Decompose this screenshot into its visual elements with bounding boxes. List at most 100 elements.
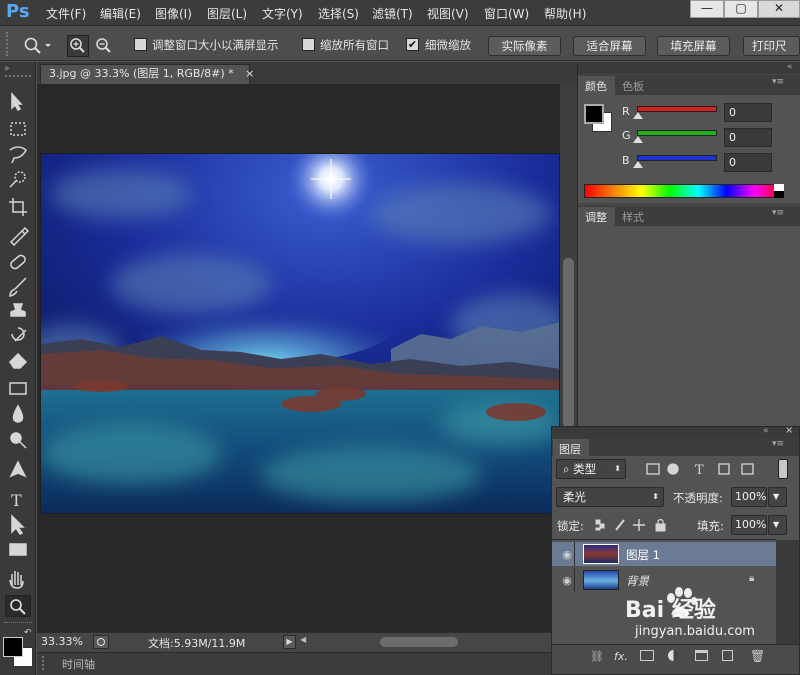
- ramp-white-swatch[interactable]: [774, 184, 784, 191]
- tab-color[interactable]: 颜色: [585, 78, 607, 94]
- channel-b-value[interactable]: 0: [724, 153, 772, 172]
- menu-layer[interactable]: 图层(L): [207, 5, 247, 22]
- background-visibility-icon[interactable]: ◉: [561, 574, 573, 587]
- channel-b-handle-icon[interactable]: [633, 161, 643, 168]
- zoom-out-icon[interactable]: [93, 35, 115, 57]
- channel-b-slider[interactable]: [637, 155, 717, 161]
- scrubby-zoom-label: 细微缩放: [425, 38, 471, 52]
- document-tab-close-icon[interactable]: ×: [245, 67, 254, 80]
- foreground-color-swatch[interactable]: [3, 637, 23, 657]
- zoom-tool-preset-icon[interactable]: [22, 35, 52, 55]
- channel-g-label: G: [622, 129, 631, 142]
- resize-windows-checkbox[interactable]: [134, 38, 147, 51]
- adjust-panel-menu-icon[interactable]: ▾≡: [772, 208, 784, 218]
- channel-r-value[interactable]: 0: [724, 103, 772, 122]
- close-button[interactable]: ✕: [758, 0, 800, 18]
- layer-row-1[interactable]: ◉ 图层 1: [552, 542, 776, 566]
- vertical-scrollbar-thumb[interactable]: [563, 258, 574, 428]
- menu-window[interactable]: 窗口(W): [484, 5, 529, 22]
- swap-colors-icon[interactable]: ↶: [24, 628, 32, 638]
- channel-r-slider[interactable]: [637, 106, 717, 112]
- blend-mode-select[interactable]: 柔光 ⬍: [556, 487, 664, 507]
- menu-filter[interactable]: 滤镜(T): [372, 5, 413, 22]
- tab-styles[interactable]: 样式: [622, 209, 644, 225]
- status-bar: [37, 632, 577, 652]
- image-canvas[interactable]: [40, 153, 560, 514]
- channel-r-handle-icon[interactable]: [633, 112, 643, 119]
- tab-swatches[interactable]: 色板: [622, 78, 644, 94]
- blend-mode-arrow-icon: ⬍: [652, 492, 659, 501]
- scrubby-zoom-checkbox[interactable]: ✔: [406, 38, 419, 51]
- channel-r-label: R: [622, 105, 630, 118]
- tab-layers[interactable]: 图层: [559, 441, 581, 457]
- layers-list-divider: [552, 539, 776, 540]
- layers-panel-menu-icon[interactable]: ▾≡: [772, 439, 784, 449]
- channel-g-handle-icon[interactable]: [633, 136, 643, 143]
- fill-dropdown-icon[interactable]: ▼: [768, 515, 787, 535]
- zoom-level[interactable]: 33.33%: [41, 635, 83, 648]
- menu-select[interactable]: 选择(S): [318, 5, 359, 22]
- background-lock-icon: 🔒︎: [749, 573, 755, 584]
- layer-1-name[interactable]: 图层 1: [626, 547, 660, 563]
- layer-1-divider: [574, 542, 575, 566]
- status-info-icon[interactable]: [93, 635, 109, 649]
- fit-screen-button[interactable]: 适合屏幕: [573, 36, 646, 56]
- channel-g-value[interactable]: 0: [724, 128, 772, 147]
- minimize-button[interactable]: —: [690, 0, 724, 18]
- menu-type[interactable]: 文字(Y): [262, 5, 303, 22]
- scroll-left-icon[interactable]: ◀: [300, 635, 306, 644]
- opacity-dropdown-icon[interactable]: ▼: [768, 487, 787, 507]
- fill-screen-button[interactable]: 填充屏幕: [657, 36, 730, 56]
- color-panel-foreground-swatch[interactable]: [584, 104, 604, 124]
- blend-mode-value: 柔光: [563, 490, 586, 504]
- baidu-watermark: Bai 经验 jingyan.baidu.com: [625, 586, 785, 656]
- canvas-artwork: [41, 154, 559, 513]
- layers-collapse-icon[interactable]: «: [763, 426, 769, 436]
- menu-view[interactable]: 视图(V): [427, 5, 469, 22]
- layers-panel-header: [552, 427, 799, 438]
- menu-help[interactable]: 帮助(H): [544, 5, 586, 22]
- background-divider: [574, 568, 575, 592]
- zoom-tool-button[interactable]: [5, 595, 31, 617]
- color-spectrum-ramp[interactable]: [584, 184, 784, 198]
- toolbox-collapse-icon[interactable]: »: [4, 64, 10, 74]
- timeline-tab[interactable]: 时间轴: [62, 656, 95, 672]
- zoom-all-windows-label: 缩放所有窗口: [320, 38, 389, 52]
- maximize-button[interactable]: ▢: [724, 0, 758, 18]
- opacity-label: 不透明度:: [673, 491, 723, 505]
- layer-1-visibility-icon[interactable]: ◉: [561, 548, 573, 561]
- ramp-black-swatch[interactable]: [774, 191, 784, 198]
- options-grip: [6, 32, 14, 56]
- background-thumbnail: [583, 570, 619, 590]
- document-tab[interactable]: 3.jpg @ 33.3% (图层 1, RGB/8#) * ×: [40, 64, 254, 84]
- menu-file[interactable]: 文件(F): [46, 5, 86, 22]
- menu-image[interactable]: 图像(I): [155, 5, 192, 22]
- filter-kind-arrow-icon: ⬍: [614, 464, 621, 473]
- channel-g-slider[interactable]: [637, 130, 717, 136]
- status-menu-arrow-icon[interactable]: ▶: [283, 635, 296, 649]
- zoom-in-icon[interactable]: [67, 35, 89, 57]
- fill-input[interactable]: 100%: [731, 515, 767, 535]
- dock-expand-icon[interactable]: «: [787, 62, 793, 72]
- document-size-info: 文档:5.93M/11.9M: [148, 637, 246, 650]
- svg-text:T: T: [695, 463, 704, 477]
- document-tab-title: 3.jpg @ 33.3% (图层 1, RGB/8#) *: [49, 67, 234, 80]
- layer-filter-icons[interactable]: T: [645, 461, 775, 477]
- layer-filter-toggle[interactable]: [778, 459, 788, 479]
- actual-pixels-button[interactable]: 实际像素: [488, 36, 561, 56]
- tab-adjustments[interactable]: 调整: [585, 209, 607, 225]
- color-panel-menu-icon[interactable]: ▾≡: [772, 77, 784, 87]
- photoshop-logo: Ps: [6, 1, 30, 22]
- horizontal-scrollbar-thumb[interactable]: [380, 637, 458, 647]
- layers-close-icon[interactable]: ×: [785, 425, 793, 436]
- zoom-all-windows-checkbox[interactable]: [302, 38, 315, 51]
- layer-filter-kind-select[interactable]: ⌕ 类型 ⬍: [556, 459, 626, 479]
- watermark-url: jingyan.baidu.com: [635, 624, 755, 639]
- link-layers-icon[interactable]: ⛓: [590, 650, 604, 663]
- print-size-button[interactable]: 打印尺: [743, 36, 800, 56]
- resize-windows-label: 调整窗口大小以满屏显示: [152, 38, 279, 52]
- lock-option-icons[interactable]: [594, 517, 674, 533]
- opacity-input[interactable]: 100%: [731, 487, 767, 507]
- zoom-tool-icon: [10, 599, 26, 615]
- menu-edit[interactable]: 编辑(E): [100, 5, 141, 22]
